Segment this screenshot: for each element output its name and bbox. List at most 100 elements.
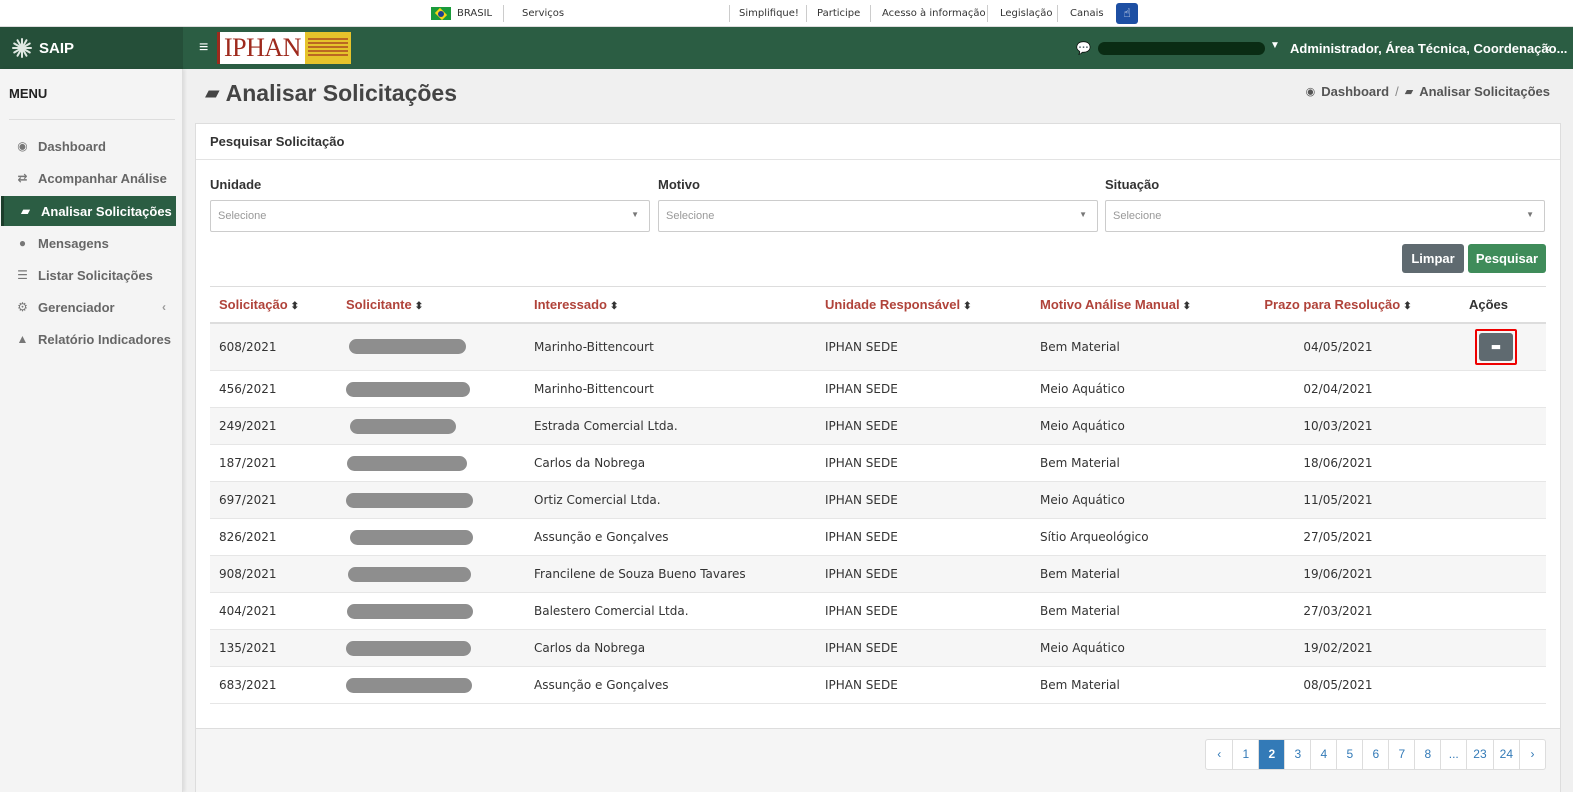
messages-icon[interactable]: 💬	[1076, 41, 1091, 55]
table-row[interactable]: 608/2021 Marinho-Bittencourt IPHAN SEDE …	[210, 322, 1546, 371]
cell-solicitante	[337, 322, 525, 371]
col-motivo[interactable]: Motivo Análise Manual ⬍	[1031, 286, 1245, 324]
cell-interessado: Marinho-Bittencourt	[525, 322, 816, 371]
simplifique-link[interactable]: Simplifique!	[739, 8, 799, 19]
page-link[interactable]: 3	[1284, 740, 1310, 769]
cell-solicitante	[337, 592, 525, 630]
breadcrumb-dashboard[interactable]: Dashboard	[1321, 84, 1389, 99]
chevron-down-icon[interactable]: ▼	[1270, 40, 1280, 51]
sort-icon: ⬍	[414, 300, 424, 312]
sidebar-item-label: Analisar Solicitações	[41, 203, 172, 219]
cell-unidade: IPHAN SEDE	[816, 555, 1031, 593]
situacao-select-value: Selecione	[1113, 210, 1162, 222]
table-row[interactable]: 249/2021 Estrada Comercial Ltda. IPHAN S…	[210, 407, 1546, 445]
vlibras-accessibility-icon[interactable]: ☝	[1116, 3, 1138, 24]
menu-toggle-icon[interactable]: ≡	[199, 39, 208, 57]
cell-interessado: Carlos da Nobrega	[525, 444, 816, 482]
breadcrumb-current: Analisar Solicitações	[1419, 84, 1550, 99]
cell-prazo: 04/05/2021	[1245, 322, 1431, 371]
legislacao-link[interactable]: Legislação	[1000, 8, 1053, 19]
cell-solicitacao: 456/2021	[210, 370, 337, 408]
page-link[interactable]: 1	[1232, 740, 1258, 769]
canais-link[interactable]: Canais	[1070, 8, 1104, 19]
table-row[interactable]: 187/2021 Carlos da Nobrega IPHAN SEDE Be…	[210, 444, 1546, 482]
cell-acoes: ▬	[1431, 322, 1546, 371]
table-row[interactable]: 826/2021 Assunção e Gonçalves IPHAN SEDE…	[210, 518, 1546, 556]
cell-unidade: IPHAN SEDE	[816, 444, 1031, 482]
page-link-current[interactable]: 2	[1258, 740, 1285, 769]
book-icon: ▰	[20, 204, 31, 218]
sidebar-item-relatorio-indicadores[interactable]: ▲ Relatório Indicadores	[1, 324, 176, 354]
situacao-select[interactable]: Selecione ▼	[1105, 200, 1545, 232]
sidebar-item-label: Dashboard	[38, 138, 106, 154]
chevron-left-icon[interactable]: ‹	[1546, 40, 1550, 55]
page-prev[interactable]: ‹	[1206, 740, 1232, 769]
table-row[interactable]: 404/2021 Balestero Comercial Ltda. IPHAN…	[210, 592, 1546, 630]
sidebar-item-acompanhar-analise[interactable]: ⇄ Acompanhar Análise	[1, 163, 176, 193]
acesso-informacao-link[interactable]: Acesso à informação	[882, 8, 986, 19]
sidebar-item-dashboard[interactable]: ◉ Dashboard	[1, 131, 176, 161]
col-interessado[interactable]: Interessado ⬍	[525, 286, 816, 324]
redacted-name	[350, 418, 456, 434]
cell-motivo: Meio Aquático	[1031, 481, 1245, 519]
brasil-link[interactable]: BRASIL	[431, 7, 492, 20]
page-link[interactable]: 6	[1362, 740, 1388, 769]
page-next[interactable]: ›	[1519, 740, 1545, 769]
servicos-link[interactable]: Serviços	[522, 8, 564, 19]
breadcrumb-separator: /	[1395, 84, 1399, 99]
sidebar-item-listar-solicitacoes[interactable]: ☰ Listar Solicitações	[1, 260, 176, 290]
unidade-select-value: Selecione	[218, 210, 267, 222]
page-ellipsis: ...	[1440, 740, 1466, 769]
unidade-select[interactable]: Selecione ▼	[210, 200, 650, 232]
redacted-name	[349, 339, 466, 355]
cell-interessado: Francilene de Souza Bueno Tavares	[525, 555, 816, 593]
user-name-redacted[interactable]	[1098, 42, 1265, 55]
sidebar-item-gerenciador[interactable]: ⚙ Gerenciador ‹	[1, 292, 176, 322]
table-row[interactable]: 697/2021 Ortiz Comercial Ltda. IPHAN SED…	[210, 481, 1546, 519]
col-acoes: Ações	[1431, 286, 1546, 324]
participe-link[interactable]: Participe	[817, 8, 860, 19]
page-link[interactable]: 5	[1336, 740, 1362, 769]
cell-acoes	[1431, 407, 1546, 445]
search-button[interactable]: Pesquisar	[1468, 244, 1546, 273]
cell-solicitacao: 683/2021	[210, 666, 337, 704]
cell-motivo: Bem Material	[1031, 592, 1245, 630]
cell-unidade: IPHAN SEDE	[816, 666, 1031, 704]
cell-solicitante	[337, 481, 525, 519]
col-solicitante[interactable]: Solicitante ⬍	[337, 286, 525, 324]
redacted-name	[346, 677, 472, 693]
chevron-down-icon: ▼	[631, 210, 639, 219]
cell-acoes	[1431, 518, 1546, 556]
table-row[interactable]: 456/2021 Marinho-Bittencourt IPHAN SEDE …	[210, 370, 1546, 408]
user-roles[interactable]: Administrador, Área Técnica, Coordenação…	[1290, 41, 1567, 56]
sidebar-item-analisar-solicitacoes[interactable]: ▰ Analisar Solicitações	[1, 196, 176, 226]
col-prazo[interactable]: Prazo para Resolução ⬍	[1245, 286, 1431, 324]
page-link[interactable]: 23	[1466, 740, 1492, 769]
clear-button[interactable]: Limpar	[1402, 244, 1464, 273]
sort-icon: ⬍	[290, 300, 300, 312]
cell-solicitante	[337, 629, 525, 667]
motivo-select[interactable]: Selecione ▼	[658, 200, 1098, 232]
cell-solicitante	[337, 407, 525, 445]
table-row[interactable]: 908/2021 Francilene de Souza Bueno Tavar…	[210, 555, 1546, 593]
page-link[interactable]: 4	[1310, 740, 1336, 769]
page-link[interactable]: 8	[1414, 740, 1440, 769]
col-solicitacao[interactable]: Solicitação ⬍	[210, 286, 337, 324]
iphan-logo-text: IPHAN	[217, 32, 305, 64]
open-folder-button[interactable]: ▬	[1479, 332, 1513, 361]
table-row[interactable]: 683/2021 Assunção e Gonçalves IPHAN SEDE…	[210, 666, 1546, 704]
table-row[interactable]: 135/2021 Carlos da Nobrega IPHAN SEDE Me…	[210, 629, 1546, 667]
brand[interactable]: SAIP	[0, 27, 183, 69]
app-header: SAIP ≡ IPHAN 💬 ▼ Administrador, Área Téc…	[0, 27, 1573, 69]
col-unidade-responsavel[interactable]: Unidade Responsável ⬍	[816, 286, 1031, 324]
cell-solicitacao: 697/2021	[210, 481, 337, 519]
cell-motivo: Bem Material	[1031, 444, 1245, 482]
page-link[interactable]: 24	[1492, 740, 1519, 769]
cell-unidade: IPHAN SEDE	[816, 518, 1031, 556]
page-link[interactable]: 7	[1388, 740, 1414, 769]
requests-table: Solicitação ⬍ Solicitante ⬍ Interessado ⬍ U…	[210, 286, 1546, 704]
page-title-text: Analisar Solicitações	[225, 80, 458, 106]
book-icon: ▰	[1404, 86, 1414, 98]
cell-solicitante	[337, 666, 525, 704]
sidebar-item-mensagens[interactable]: ● Mensagens	[1, 228, 176, 258]
